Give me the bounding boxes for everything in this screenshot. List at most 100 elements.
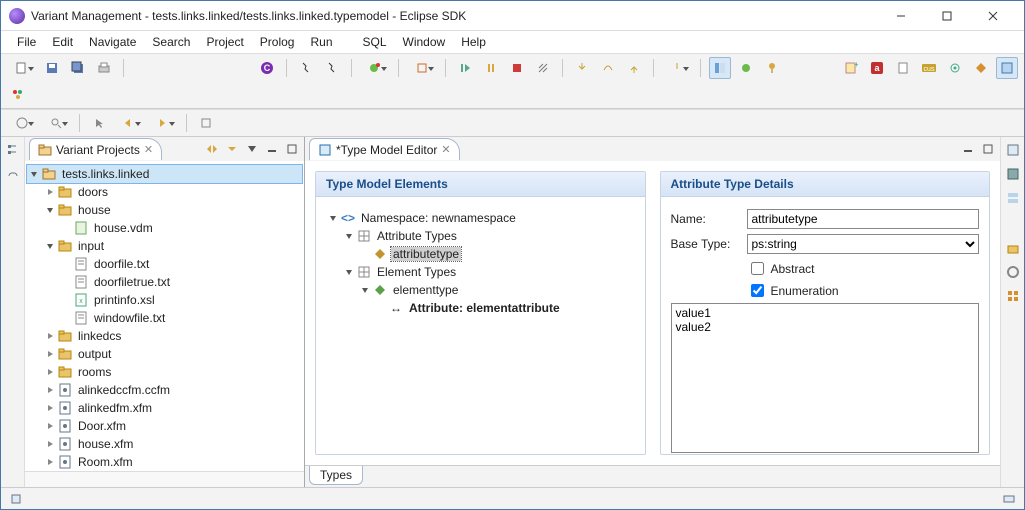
menu-edit[interactable]: Edit xyxy=(44,33,81,51)
name-input[interactable] xyxy=(747,209,980,229)
trim-ring-icon[interactable] xyxy=(1004,263,1022,281)
print-button[interactable] xyxy=(93,57,115,79)
step-filter-button[interactable] xyxy=(662,57,692,79)
tree-item[interactable]: input xyxy=(76,239,106,253)
diamond-button[interactable] xyxy=(970,57,992,79)
menu-project[interactable]: Project xyxy=(198,33,251,51)
view-menu-icon[interactable] xyxy=(244,141,260,157)
external-tools-button[interactable] xyxy=(407,57,437,79)
tree-item[interactable]: windowfile.txt xyxy=(92,311,167,325)
perspective1-button[interactable] xyxy=(709,57,731,79)
menu-window[interactable]: Window xyxy=(395,33,454,51)
twisty-icon[interactable] xyxy=(27,167,41,181)
nav-pointer-button[interactable] xyxy=(88,112,110,134)
base-type-select[interactable]: ps:string xyxy=(747,234,980,254)
enumeration-values-textarea[interactable]: value1 value2 xyxy=(671,303,980,453)
attribute-types-item[interactable]: Attribute Types xyxy=(375,229,459,243)
minimize-view-icon[interactable] xyxy=(264,141,280,157)
trim-folder-icon[interactable] xyxy=(1004,239,1022,257)
close-tab-icon[interactable]: ✕ xyxy=(144,143,153,156)
menu-run[interactable]: Run xyxy=(302,33,340,51)
twisty-icon[interactable] xyxy=(326,211,340,225)
tree-item[interactable]: house.xfm xyxy=(76,437,135,451)
trim-layers-icon[interactable] xyxy=(1004,189,1022,207)
twisty-icon[interactable] xyxy=(43,365,57,379)
maximize-button[interactable] xyxy=(924,1,970,31)
debug-c-button[interactable]: C xyxy=(256,57,278,79)
tree-item[interactable]: house.vdm xyxy=(92,221,155,235)
twisty-icon[interactable] xyxy=(43,383,57,397)
tree-item[interactable]: doorfile.txt xyxy=(92,257,151,271)
types-tab[interactable]: Types xyxy=(309,466,363,485)
maximize-editor-icon[interactable] xyxy=(980,141,996,157)
resume-button[interactable] xyxy=(454,57,476,79)
abstract-checkbox[interactable] xyxy=(751,262,764,275)
tree-item[interactable]: house xyxy=(76,203,113,217)
tree-item[interactable]: doorfiletrue.txt xyxy=(92,275,172,289)
tree-item[interactable]: printinfo.xsl xyxy=(92,293,157,307)
runner1-button[interactable] xyxy=(295,57,317,79)
tree-item[interactable]: alinkedfm.xfm xyxy=(76,401,154,415)
maximize-view-icon[interactable] xyxy=(284,141,300,157)
tree-item[interactable]: alinkedccfm.ccfm xyxy=(76,383,172,397)
save-button[interactable] xyxy=(41,57,63,79)
runner2-button[interactable] xyxy=(321,57,343,79)
tree-item[interactable]: Door.xfm xyxy=(76,419,128,433)
new-model-button[interactable]: + xyxy=(840,57,862,79)
menu-sql[interactable]: SQL xyxy=(355,33,395,51)
trim-tree-icon[interactable] xyxy=(4,141,22,159)
twisty-icon[interactable] xyxy=(43,329,57,343)
horizontal-scrollbar[interactable] xyxy=(25,471,304,487)
step-into-button[interactable] xyxy=(571,57,593,79)
tree-item[interactable]: doors xyxy=(76,185,110,199)
status-right-icon[interactable] xyxy=(1000,490,1018,508)
type-model-tree[interactable]: <>Namespace: newnamespace Attribute Type… xyxy=(316,197,645,454)
close-editor-icon[interactable]: ✕ xyxy=(441,143,450,156)
doc-button[interactable] xyxy=(892,57,914,79)
tree-item[interactable]: linkedcs xyxy=(76,329,123,343)
tree-item[interactable]: Room.xfm xyxy=(76,455,135,469)
perspective-pin-button[interactable] xyxy=(761,57,783,79)
tree-item[interactable]: output xyxy=(76,347,113,361)
editor-tab[interactable]: *Type Model Editor ✕ xyxy=(309,138,460,160)
menu-navigate[interactable]: Navigate xyxy=(81,33,144,51)
new-button[interactable] xyxy=(7,57,37,79)
twisty-icon[interactable] xyxy=(342,265,356,279)
twisty-icon[interactable] xyxy=(43,455,57,469)
menu-prolog[interactable]: Prolog xyxy=(252,33,303,51)
twisty-icon[interactable] xyxy=(43,185,57,199)
twisty-icon[interactable] xyxy=(43,203,57,217)
enumeration-checkbox[interactable] xyxy=(751,284,764,297)
nav-zoom-button[interactable] xyxy=(41,112,71,134)
tree-item-root[interactable]: tests.links.linked xyxy=(60,167,151,181)
debug-button[interactable] xyxy=(360,57,390,79)
nav-home-button[interactable] xyxy=(195,112,217,134)
elementattribute-item[interactable]: Attribute: elementattribute xyxy=(407,301,562,315)
twisty-icon[interactable] xyxy=(43,401,57,415)
menu-file[interactable]: File xyxy=(9,33,44,51)
minimize-editor-icon[interactable] xyxy=(960,141,976,157)
twisty-icon[interactable] xyxy=(358,283,372,297)
twisty-icon[interactable] xyxy=(43,419,57,433)
terminate-button[interactable] xyxy=(506,57,528,79)
close-button[interactable] xyxy=(970,1,1016,31)
step-return-button[interactable] xyxy=(623,57,645,79)
variant-projects-tab[interactable]: Variant Projects ✕ xyxy=(29,138,162,160)
twisty-icon[interactable] xyxy=(43,239,57,253)
a-badge-button[interactable]: a xyxy=(866,57,888,79)
nav-forward-button[interactable] xyxy=(148,112,178,134)
namespace-item[interactable]: Namespace: newnamespace xyxy=(359,211,518,225)
disconnect-button[interactable] xyxy=(532,57,554,79)
trim-outline-icon[interactable] xyxy=(1004,141,1022,159)
save-all-button[interactable] xyxy=(67,57,89,79)
step-over-button[interactable] xyxy=(597,57,619,79)
layout-active-button[interactable] xyxy=(996,57,1018,79)
status-left-icon[interactable] xyxy=(7,490,25,508)
collapse-all-icon[interactable] xyxy=(224,141,240,157)
elementtype-item[interactable]: elementtype xyxy=(391,283,460,297)
trim-link-icon[interactable] xyxy=(4,165,22,183)
attributetype-item[interactable]: attributetype xyxy=(391,247,461,261)
minimize-button[interactable] xyxy=(878,1,924,31)
tree-item[interactable]: rooms xyxy=(76,365,113,379)
suspend-button[interactable] xyxy=(480,57,502,79)
